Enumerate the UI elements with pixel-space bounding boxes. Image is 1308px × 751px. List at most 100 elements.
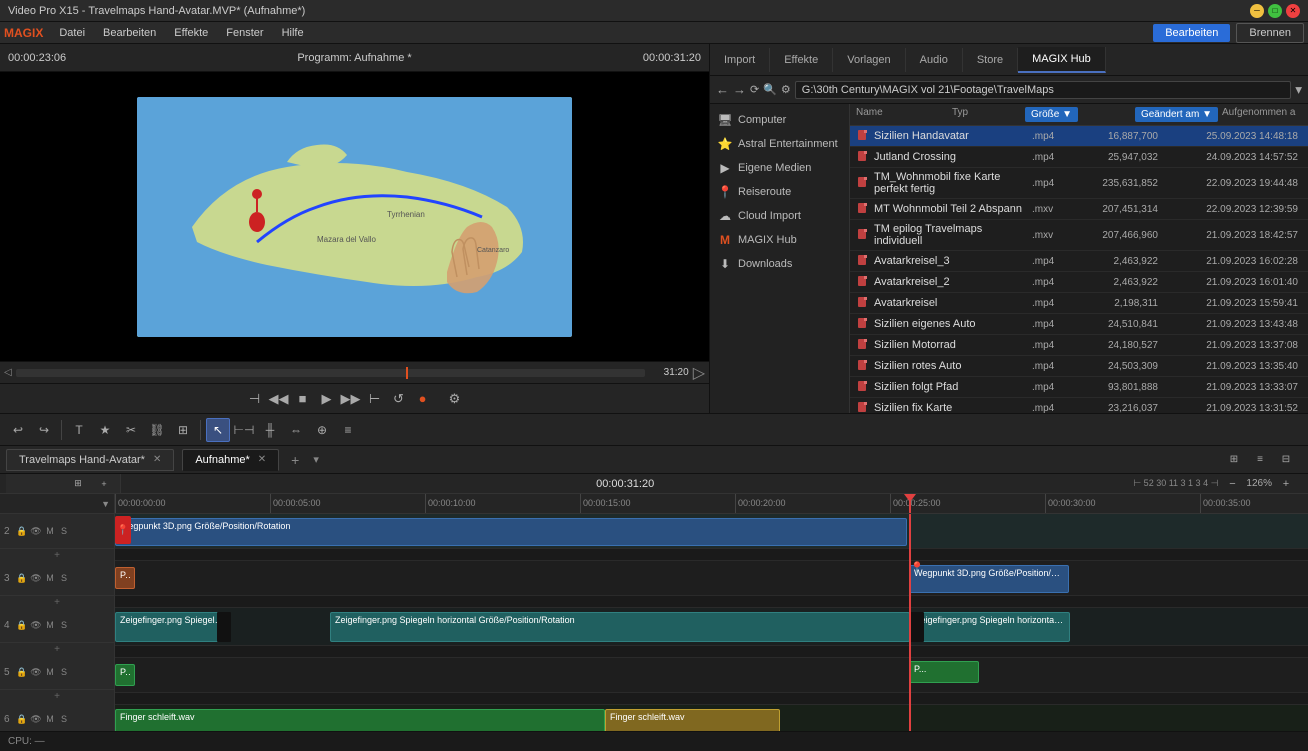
clip-track6-right[interactable]: Finger schleift.wav [605, 709, 780, 731]
file-row-4[interactable]: TM epilog Travelmaps individuell .mxv 20… [850, 220, 1308, 251]
file-row-11[interactable]: Sizilien folgt Pfad .mp4 93,801,888 21.0… [850, 377, 1308, 398]
tool-razor[interactable]: ✂ [119, 418, 143, 442]
file-row-3[interactable]: MT Wohnmobil Teil 2 Abspann .mxv 207,451… [850, 199, 1308, 220]
browser-refresh[interactable]: ⟳ [750, 83, 759, 96]
tl-tab-travelmaps[interactable]: Travelmaps Hand-Avatar* ✕ [6, 449, 174, 471]
track-solo-4[interactable]: S [58, 619, 70, 631]
tab-store[interactable]: Store [963, 48, 1018, 72]
browser-path-dropdown[interactable]: ▾ [1295, 82, 1302, 98]
tl-tab-aufnahme-close[interactable]: ✕ [258, 454, 266, 465]
ctrl-settings[interactable]: ⚙ [445, 389, 465, 409]
track-lock-5[interactable]: 🔒 [16, 666, 28, 678]
file-row-1[interactable]: Jutland Crossing .mp4 25,947,032 24.09.2… [850, 147, 1308, 168]
tl-marker[interactable]: + [92, 472, 116, 496]
clip-track6-left[interactable]: Finger schleift.wav [115, 709, 605, 731]
menu-bearbeiten[interactable]: Bearbeiten [95, 25, 164, 41]
browser-back[interactable]: ← [716, 82, 729, 97]
nav-astral[interactable]: ⭐ Astral Entertainment [710, 132, 849, 156]
track-solo-5[interactable]: S [58, 666, 70, 678]
browser-settings[interactable]: ⚙ [781, 83, 791, 96]
track-lock-3[interactable]: 🔒 [16, 572, 28, 584]
track-solo-3[interactable]: S [58, 572, 70, 584]
clip-track2-1[interactable]: Wegpunkt 3D.png Größe/Position/Rotation [115, 518, 907, 546]
sort-date-button[interactable]: Geändert am ▼ [1135, 107, 1218, 122]
ctrl-record[interactable]: ● [413, 389, 433, 409]
ctrl-bracket-left[interactable]: ⊣ [245, 389, 265, 409]
clip-track4-right[interactable]: Zeigefinger.png Spiegeln horizontal Grö.… [910, 612, 1070, 642]
minimize-button[interactable]: ─ [1250, 4, 1264, 18]
tool-group[interactable]: ⊞ [171, 418, 195, 442]
maximize-button[interactable]: □ [1268, 4, 1282, 18]
tab-audio[interactable]: Audio [906, 48, 963, 72]
ctrl-prev-frame[interactable]: ◀◀ [269, 389, 289, 409]
track-lock-2[interactable]: 🔒 [16, 525, 28, 537]
nav-magix-hub[interactable]: M MAGIX Hub [710, 228, 849, 252]
menu-effekte[interactable]: Effekte [166, 25, 216, 41]
tool-zoom-tl[interactable]: ⊕ [310, 418, 334, 442]
tl-tool-2[interactable]: ≡ [1248, 448, 1272, 472]
track-vis-5[interactable]: 👁 [30, 666, 42, 678]
file-row-8[interactable]: Sizilien eigenes Auto .mp4 24,510,841 21… [850, 314, 1308, 335]
ctrl-play[interactable]: ▶ [317, 389, 337, 409]
tl-tab-travelmaps-close[interactable]: ✕ [153, 454, 161, 465]
tl-tool-1[interactable]: ⊞ [1222, 448, 1246, 472]
track-add-row-2[interactable]: + [0, 549, 114, 561]
tool-select[interactable]: ↖ [206, 418, 230, 442]
browser-forward[interactable]: → [733, 82, 746, 97]
tab-magix-hub[interactable]: MAGIX Hub [1018, 47, 1106, 73]
tool-split[interactable]: ╫ [258, 418, 282, 442]
browser-path-input[interactable] [795, 81, 1292, 99]
clip-track4-left[interactable]: Zeigefinger.png Spiegeln horizonta... [115, 612, 230, 642]
file-row-9[interactable]: Sizilien Motorrad .mp4 24,180,527 21.09.… [850, 335, 1308, 356]
tl-snap[interactable]: ⊞ [66, 472, 90, 496]
tl-add-tab[interactable]: + [287, 452, 303, 468]
track-solo-2[interactable]: S [58, 525, 70, 537]
tl-tab-aufnahme[interactable]: Aufnahme* ✕ [182, 449, 279, 471]
tool-trim[interactable]: ⊢⊣ [232, 418, 256, 442]
nav-eigene[interactable]: ▶ Eigene Medien [710, 156, 849, 180]
track-add-row-5[interactable]: + [0, 690, 114, 702]
track-mute-4[interactable]: M [44, 619, 56, 631]
tl-tool-3[interactable]: ⊟ [1274, 448, 1298, 472]
tool-slip[interactable]: ⇔ [284, 418, 308, 442]
close-button[interactable]: ✕ [1286, 4, 1300, 18]
tool-unknown[interactable]: ≡ [336, 418, 360, 442]
file-row-10[interactable]: Sizilien rotes Auto .mp4 24,503,309 21.0… [850, 356, 1308, 377]
timeline-tracks[interactable]: 00:00:00:00 00:00:05:00 00:00:10:00 00:0… [115, 494, 1308, 731]
clip-track4-center[interactable]: Zeigefinger.png Spiegeln horizontal Größ… [330, 612, 910, 642]
file-row-6[interactable]: Avatarkreisel_2 .mp4 2,463,922 21.09.202… [850, 272, 1308, 293]
tl-tab-options[interactable]: ▾ [313, 453, 319, 466]
bearbeiten-button[interactable]: Bearbeiten [1153, 24, 1230, 42]
track-vis-4[interactable]: 👁 [30, 619, 42, 631]
track-vis-6[interactable]: 👁 [30, 713, 42, 725]
tool-redo[interactable]: ↪ [32, 418, 56, 442]
track-solo-6[interactable]: S [58, 713, 70, 725]
tab-vorlagen[interactable]: Vorlagen [833, 48, 905, 72]
file-row-7[interactable]: Avatarkreisel .mp4 2,198,311 21.09.2023 … [850, 293, 1308, 314]
track-lock-6[interactable]: 🔒 [16, 713, 28, 725]
tool-text[interactable]: T [67, 418, 91, 442]
tool-undo[interactable]: ↩ [6, 418, 30, 442]
browser-search[interactable]: 🔍 [763, 83, 777, 96]
menu-datei[interactable]: Datei [51, 25, 93, 41]
nav-reise[interactable]: 📍 Reiseroute [710, 180, 849, 204]
track-vis-2[interactable]: 👁 [30, 525, 42, 537]
track-add-row-3[interactable]: + [0, 596, 114, 608]
nav-computer[interactable]: 🖥 Computer [710, 108, 849, 132]
nav-cloud[interactable]: ☁ Cloud Import [710, 204, 849, 228]
ctrl-next-frame[interactable]: ▶▶ [341, 389, 361, 409]
tool-effects[interactable]: ★ [93, 418, 117, 442]
clip-track3-start[interactable]: P... [115, 567, 135, 589]
menu-fenster[interactable]: Fenster [218, 25, 271, 41]
sort-size-button[interactable]: Größe ▼ [1025, 107, 1078, 122]
track-vis-3[interactable]: 👁 [30, 572, 42, 584]
tool-link[interactable]: ⛓ [145, 418, 169, 442]
file-row-5[interactable]: Avatarkreisel_3 .mp4 2,463,922 21.09.202… [850, 251, 1308, 272]
tl-zoom-in[interactable]: + [1274, 472, 1298, 496]
track-add-row-4[interactable]: + [0, 643, 114, 655]
preview-progress-bar[interactable] [16, 369, 645, 377]
track-mute-2[interactable]: M [44, 525, 56, 537]
clip-track3-1[interactable]: Wegpunkt 3D.png Größe/Position/Rot... [909, 565, 1069, 593]
clip-track5-right[interactable]: P... [909, 661, 979, 683]
file-row-2[interactable]: TM_Wohnmobil fixe Karte perfekt fertig .… [850, 168, 1308, 199]
